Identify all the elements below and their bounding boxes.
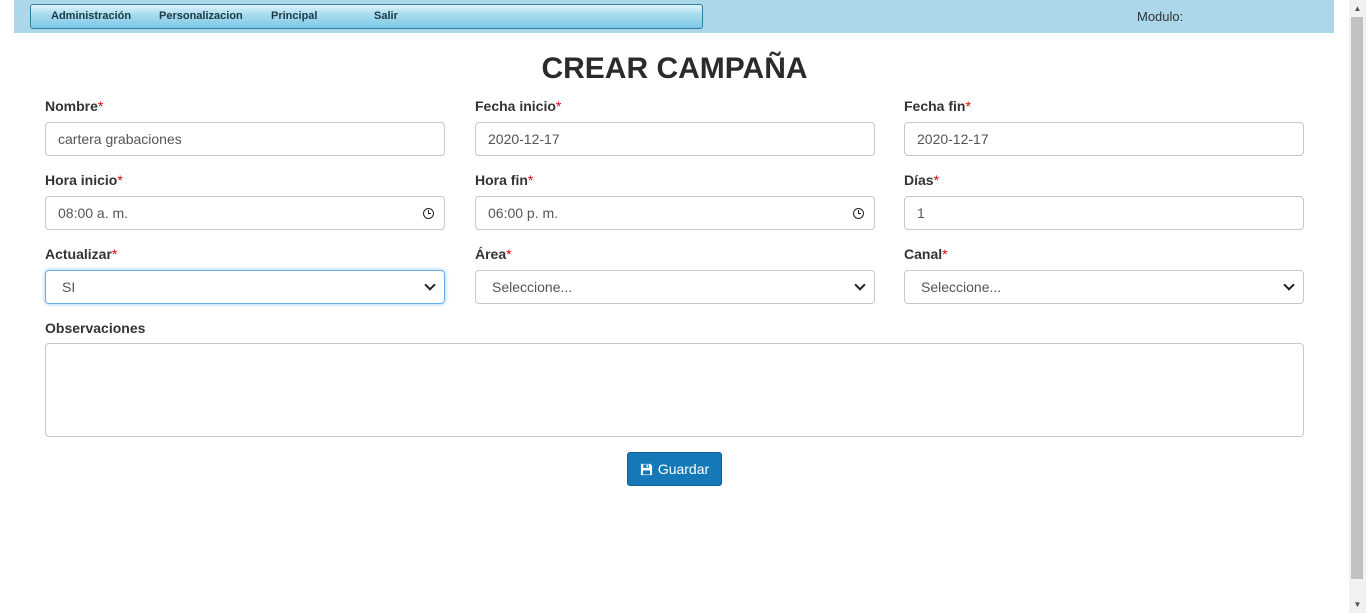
nombre-value: cartera grabaciones [58, 131, 182, 147]
required-mark: * [117, 172, 123, 188]
chevron-down-icon [854, 279, 866, 291]
actualizar-group: Actualizar* SI [45, 246, 445, 304]
dias-value: 1 [917, 205, 925, 221]
actualizar-select[interactable]: SI [45, 270, 445, 304]
required-mark: * [965, 98, 971, 114]
observaciones-textarea[interactable] [45, 343, 1304, 437]
observaciones-label: Observaciones [45, 320, 146, 336]
required-mark: * [942, 246, 948, 262]
dias-label: Días [904, 172, 934, 188]
save-button-label: Guardar [657, 461, 710, 477]
hora-inicio-label: Hora inicio [45, 172, 118, 188]
hora-fin-input[interactable]: 06:00 p. m. [475, 196, 875, 230]
required-mark: * [527, 172, 534, 188]
fecha-fin-value: 2020-12-17 [917, 131, 989, 147]
nombre-group: Nombre* cartera grabaciones [45, 98, 445, 156]
save-button[interactable]: Guardar [627, 452, 722, 486]
area-label: Área [475, 246, 507, 262]
save-icon [640, 463, 652, 475]
required-mark: * [97, 98, 104, 114]
menu-item-salir[interactable]: Salir [374, 10, 398, 22]
required-mark: * [506, 246, 512, 262]
clock-icon[interactable] [423, 207, 434, 219]
canal-value: Seleccione... [921, 279, 1002, 295]
menu-item-personalizacion[interactable]: Personalizacion [159, 10, 243, 22]
dias-input[interactable]: 1 [904, 196, 1304, 230]
modulo-label: Modulo: [1137, 9, 1184, 24]
vertical-scrollbar[interactable]: ▲ ▼ [1349, 0, 1366, 613]
observaciones-group: Observaciones [45, 320, 1304, 437]
actualizar-value: SI [62, 279, 76, 295]
fecha-inicio-label: Fecha inicio [475, 98, 556, 114]
fecha-fin-group: Fecha fin* 2020-12-17 [904, 98, 1304, 156]
canal-label: Canal [904, 246, 943, 262]
fecha-inicio-value: 2020-12-17 [488, 131, 560, 147]
scroll-down-arrow-icon[interactable]: ▼ [1349, 596, 1366, 613]
fecha-fin-label: Fecha fin [904, 98, 966, 114]
chevron-down-icon [424, 279, 436, 291]
required-mark: * [555, 98, 562, 114]
menu-item-administracion[interactable]: Administración [51, 10, 131, 22]
main-menu: Administración Personalizacion Principal… [30, 4, 703, 29]
clock-icon[interactable] [853, 207, 864, 219]
canal-select[interactable]: Seleccione... [904, 270, 1304, 304]
hora-fin-label: Hora fin [475, 172, 528, 188]
canal-group: Canal* Seleccione... [904, 246, 1304, 304]
page-title: CREAR CAMPAÑA [541, 52, 808, 85]
required-mark: * [111, 246, 118, 262]
area-select[interactable]: Seleccione... [475, 270, 875, 304]
hora-fin-group: Hora fin* 06:00 p. m. [475, 172, 875, 230]
top-bar: Administración Personalizacion Principal… [14, 0, 1334, 33]
nombre-input[interactable]: cartera grabaciones [45, 122, 445, 156]
hora-fin-value: 06:00 p. m. [488, 205, 559, 221]
required-mark: * [933, 172, 940, 188]
menu-item-principal[interactable]: Principal [271, 10, 317, 22]
chevron-down-icon [1283, 279, 1295, 291]
actualizar-label: Actualizar [45, 246, 112, 262]
nombre-label: Nombre [45, 98, 98, 114]
hora-inicio-input[interactable]: 08:00 a. m. [45, 196, 445, 230]
dias-group: Días* 1 [904, 172, 1304, 230]
scroll-up-arrow-icon[interactable]: ▲ [1349, 0, 1366, 17]
fecha-inicio-group: Fecha inicio* 2020-12-17 [475, 98, 875, 156]
fecha-inicio-input[interactable]: 2020-12-17 [475, 122, 875, 156]
hora-inicio-group: Hora inicio* 08:00 a. m. [45, 172, 445, 230]
hora-inicio-value: 08:00 a. m. [58, 205, 129, 221]
area-value: Seleccione... [492, 279, 573, 295]
scroll-thumb[interactable] [1351, 17, 1363, 579]
area-group: Área* Seleccione... [475, 246, 875, 304]
fecha-fin-input[interactable]: 2020-12-17 [904, 122, 1304, 156]
